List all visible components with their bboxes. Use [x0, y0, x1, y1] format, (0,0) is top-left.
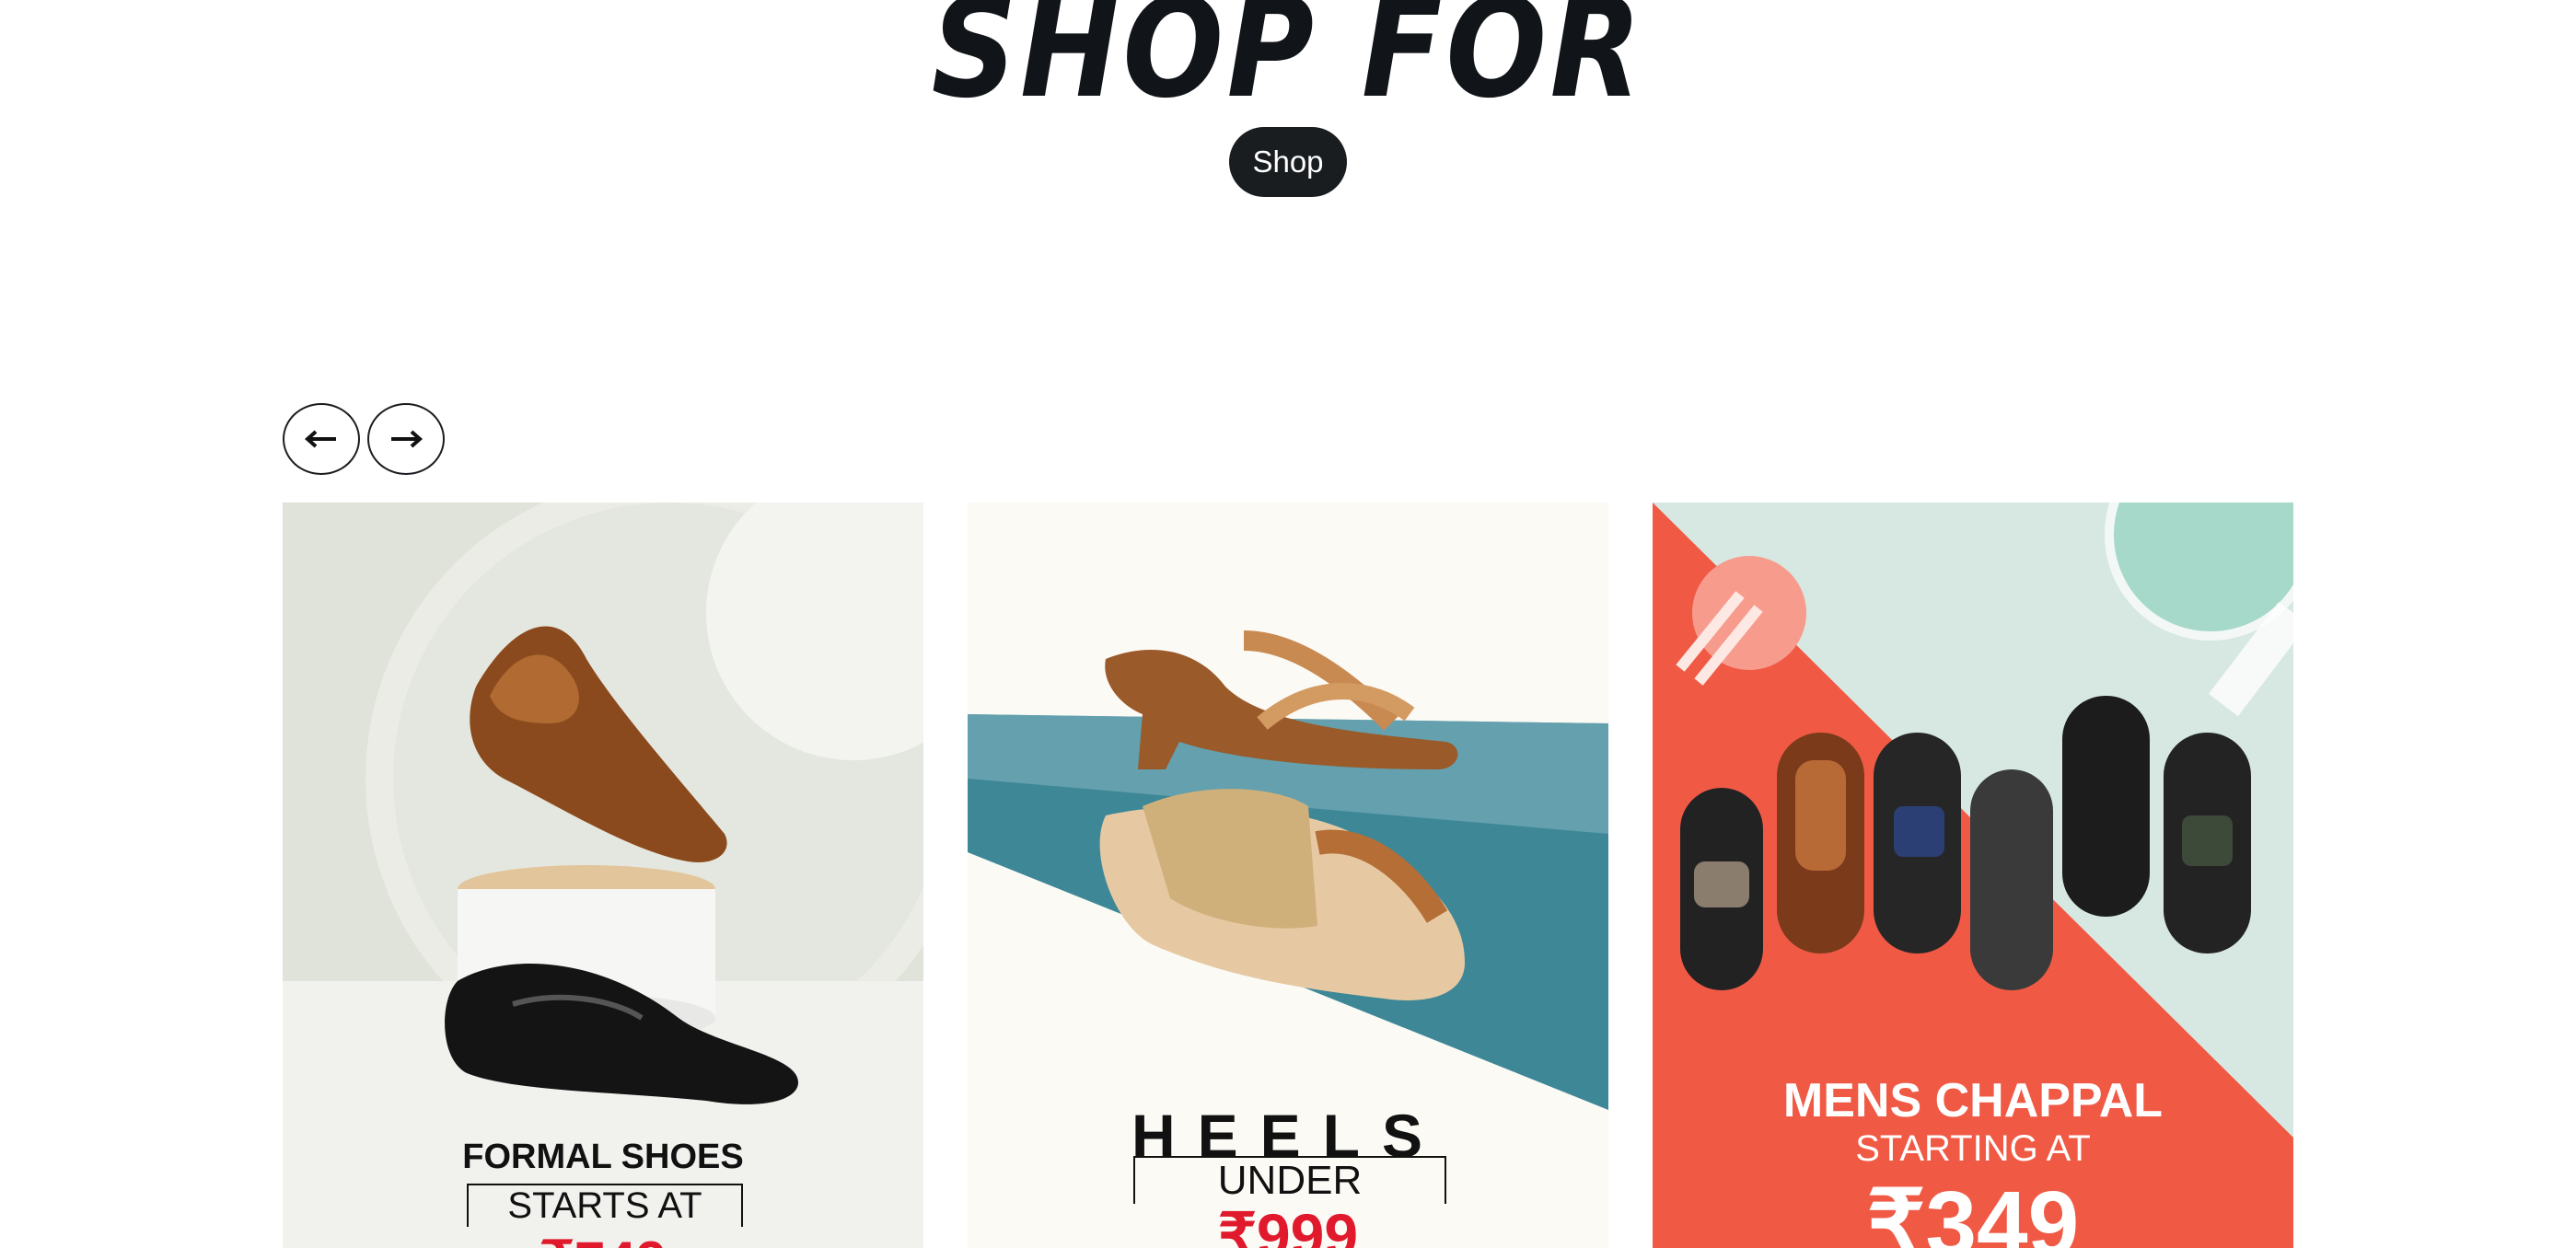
formal-shoes-image [283, 503, 923, 1248]
carousel-prev-button[interactable] [283, 403, 360, 475]
promo-subtitle: UNDER [1133, 1156, 1446, 1204]
promo-price: ₹349 [1866, 1173, 2080, 1248]
promo-card-formal-shoes[interactable]: FORMAL SHOES STARTS AT ₹749 [283, 503, 923, 1248]
promo-price: ₹999 [1217, 1201, 1359, 1248]
section-heading: SHOP FOR [931, 0, 1645, 129]
arrow-right-icon [391, 430, 423, 448]
promo-card-heels[interactable]: HEELS UNDER ₹999 [968, 503, 1608, 1248]
promo-price: ₹749 [283, 1230, 923, 1248]
promo-title: MENS CHAPPAL [1782, 1074, 2164, 1127]
carousel-next-button[interactable] [367, 403, 445, 475]
promo-subtitle: STARTS AT [467, 1184, 743, 1227]
promo-title: FORMAL SHOES [462, 1138, 744, 1176]
promo-subtitle: STARTING AT [1855, 1128, 2091, 1169]
shop-button[interactable]: Shop [1229, 127, 1347, 197]
promo-card-mens-chappal[interactable]: MENS CHAPPAL STARTING AT ₹349 [1653, 503, 2293, 1248]
arrow-left-icon [305, 430, 336, 448]
